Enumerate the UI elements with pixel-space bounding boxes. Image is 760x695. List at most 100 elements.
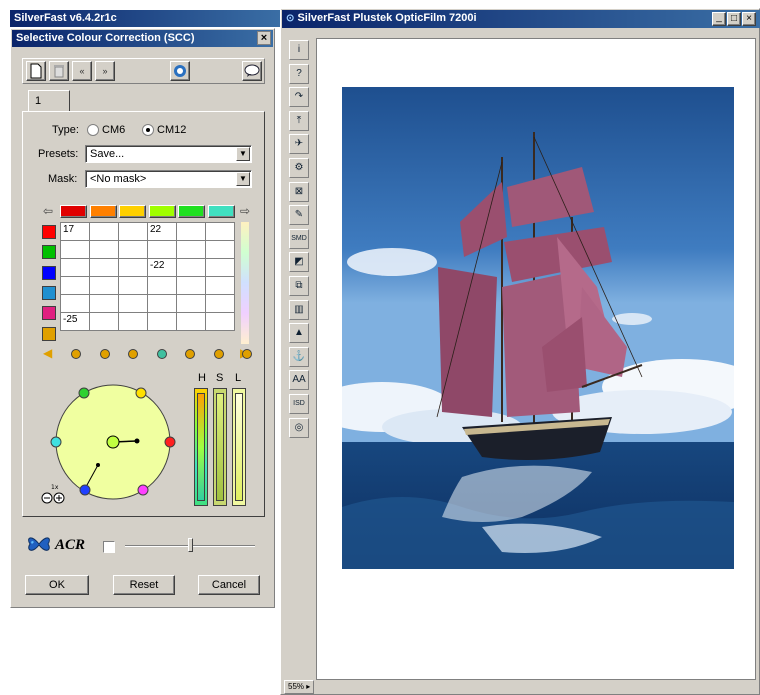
column-color-button[interactable] <box>207 205 235 218</box>
grid-cell[interactable] <box>176 222 206 241</box>
expert-button[interactable] <box>170 61 190 81</box>
grid-cell[interactable] <box>118 276 148 295</box>
acr-slider-thumb[interactable] <box>188 538 193 552</box>
grid-cell[interactable] <box>205 258 235 277</box>
grid-cell[interactable] <box>89 240 119 259</box>
forward-button[interactable]: » <box>95 61 115 81</box>
grid-cell[interactable] <box>89 276 119 295</box>
hue-range-dot[interactable] <box>213 349 224 359</box>
close-window-button[interactable]: × <box>742 12 756 26</box>
grid-cell[interactable]: -22 <box>147 258 177 277</box>
grid-cell[interactable] <box>118 312 148 331</box>
acr-checkbox[interactable] <box>103 541 115 553</box>
tool-button[interactable]: ✈ <box>289 134 309 155</box>
grid-cell[interactable] <box>147 240 177 259</box>
radio-cm6[interactable] <box>87 124 99 136</box>
zoom-indicator[interactable]: 55% ▸ <box>284 680 314 694</box>
arrow-left-icon[interactable]: ⇦ <box>43 204 53 218</box>
grid-cell[interactable]: -25 <box>60 312 90 331</box>
grid-cell[interactable] <box>176 240 206 259</box>
cancel-button[interactable]: Cancel <box>198 575 260 595</box>
colour-wheel[interactable] <box>50 380 180 505</box>
hue-range-dot[interactable] <box>99 349 110 359</box>
preview-titlebar[interactable]: ⊙ SilverFast Plustek OpticFilm 7200i <box>282 10 760 28</box>
ok-button[interactable]: OK <box>25 575 89 595</box>
grid-cell[interactable] <box>176 294 206 313</box>
tool-button[interactable]: ▲ <box>289 323 309 344</box>
column-color-button[interactable] <box>60 205 87 218</box>
grid-cell[interactable] <box>60 240 90 259</box>
silverfast-app-titlebar[interactable]: SilverFast v6.4.2r1c <box>10 10 280 27</box>
row-color-swatch[interactable] <box>42 306 56 321</box>
grid-cell[interactable] <box>205 294 235 313</box>
tool-button[interactable]: ⚓ <box>289 346 309 367</box>
delete-button[interactable] <box>49 61 69 81</box>
grid-cell[interactable] <box>118 240 148 259</box>
grid-cell[interactable] <box>205 312 235 331</box>
minimize-button[interactable]: _ <box>712 12 726 26</box>
grid-cell[interactable] <box>60 258 90 277</box>
tool-button[interactable]: ⤒ <box>289 110 309 131</box>
saturation-slider[interactable] <box>213 388 227 506</box>
new-document-button[interactable] <box>26 61 46 81</box>
tool-button[interactable]: ⊠ <box>289 181 309 202</box>
tool-button[interactable]: ? <box>289 63 309 84</box>
grid-cell[interactable]: 17 <box>60 222 90 241</box>
help-balloon-button[interactable] <box>242 61 262 81</box>
tool-button[interactable]: ▥ <box>289 299 309 320</box>
column-color-button[interactable] <box>89 205 117 218</box>
grid-cell[interactable] <box>60 276 90 295</box>
grid-cell[interactable] <box>176 312 206 331</box>
grid-cell[interactable] <box>89 222 119 241</box>
row-color-swatch[interactable] <box>42 245 56 260</box>
grid-cell[interactable] <box>118 258 148 277</box>
grid-cell[interactable] <box>205 240 235 259</box>
radio-cm12[interactable] <box>142 124 154 136</box>
tool-button[interactable]: ISD <box>289 394 309 414</box>
column-color-button[interactable] <box>119 205 146 218</box>
grid-cell[interactable] <box>147 276 177 295</box>
grid-cell[interactable] <box>89 312 119 331</box>
tool-button[interactable]: ✎ <box>289 205 309 226</box>
triangle-left-icon[interactable]: ◀ <box>43 346 52 360</box>
hue-range-dot[interactable] <box>71 349 81 359</box>
close-button[interactable]: × <box>257 31 271 45</box>
column-color-button[interactable] <box>148 205 176 218</box>
tool-button[interactable]: i <box>289 40 309 60</box>
hue-range-dot[interactable] <box>156 349 167 359</box>
reset-button[interactable]: Reset <box>113 575 175 595</box>
scc-titlebar[interactable]: Selective Colour Correction (SCC) × <box>12 30 273 47</box>
grid-cell[interactable] <box>89 258 119 277</box>
tool-button[interactable]: ◩ <box>289 252 309 273</box>
grid-cell[interactable] <box>118 294 148 313</box>
rewind-button[interactable]: « <box>72 61 92 81</box>
hue-range-dot[interactable] <box>128 349 138 359</box>
grid-cell[interactable] <box>176 258 206 277</box>
zoom-wheel-icon[interactable]: 1x <box>40 484 68 506</box>
grid-cell[interactable]: 22 <box>147 222 177 241</box>
tool-button[interactable]: ↷ <box>289 87 309 108</box>
maximize-button[interactable]: □ <box>727 12 741 26</box>
tool-button[interactable]: AA <box>289 370 309 391</box>
presets-dropdown[interactable]: Save... ▼ <box>85 145 252 163</box>
grid-cell[interactable] <box>205 276 235 295</box>
tab-1[interactable]: 1 <box>28 90 70 112</box>
grid-cell[interactable] <box>176 276 206 295</box>
grid-cell[interactable] <box>118 222 148 241</box>
tool-button[interactable]: ⚙ <box>289 158 309 178</box>
tool-button[interactable]: ⧉ <box>289 276 309 296</box>
grid-cell[interactable] <box>60 294 90 313</box>
lightness-slider[interactable] <box>232 388 246 506</box>
row-color-swatch[interactable] <box>42 225 56 239</box>
column-color-button[interactable] <box>178 205 205 218</box>
grid-cell[interactable] <box>205 222 235 241</box>
tool-button[interactable]: ◎ <box>289 417 309 438</box>
grid-cell[interactable] <box>89 294 119 313</box>
hue-range-dot[interactable] <box>242 349 252 359</box>
grid-cell[interactable] <box>147 294 177 313</box>
row-color-swatch[interactable] <box>42 265 56 280</box>
hue-slider[interactable] <box>194 388 208 506</box>
grid-cell[interactable] <box>147 312 177 331</box>
mask-dropdown[interactable]: <No mask> ▼ <box>85 170 252 188</box>
row-color-swatch[interactable] <box>42 285 56 300</box>
